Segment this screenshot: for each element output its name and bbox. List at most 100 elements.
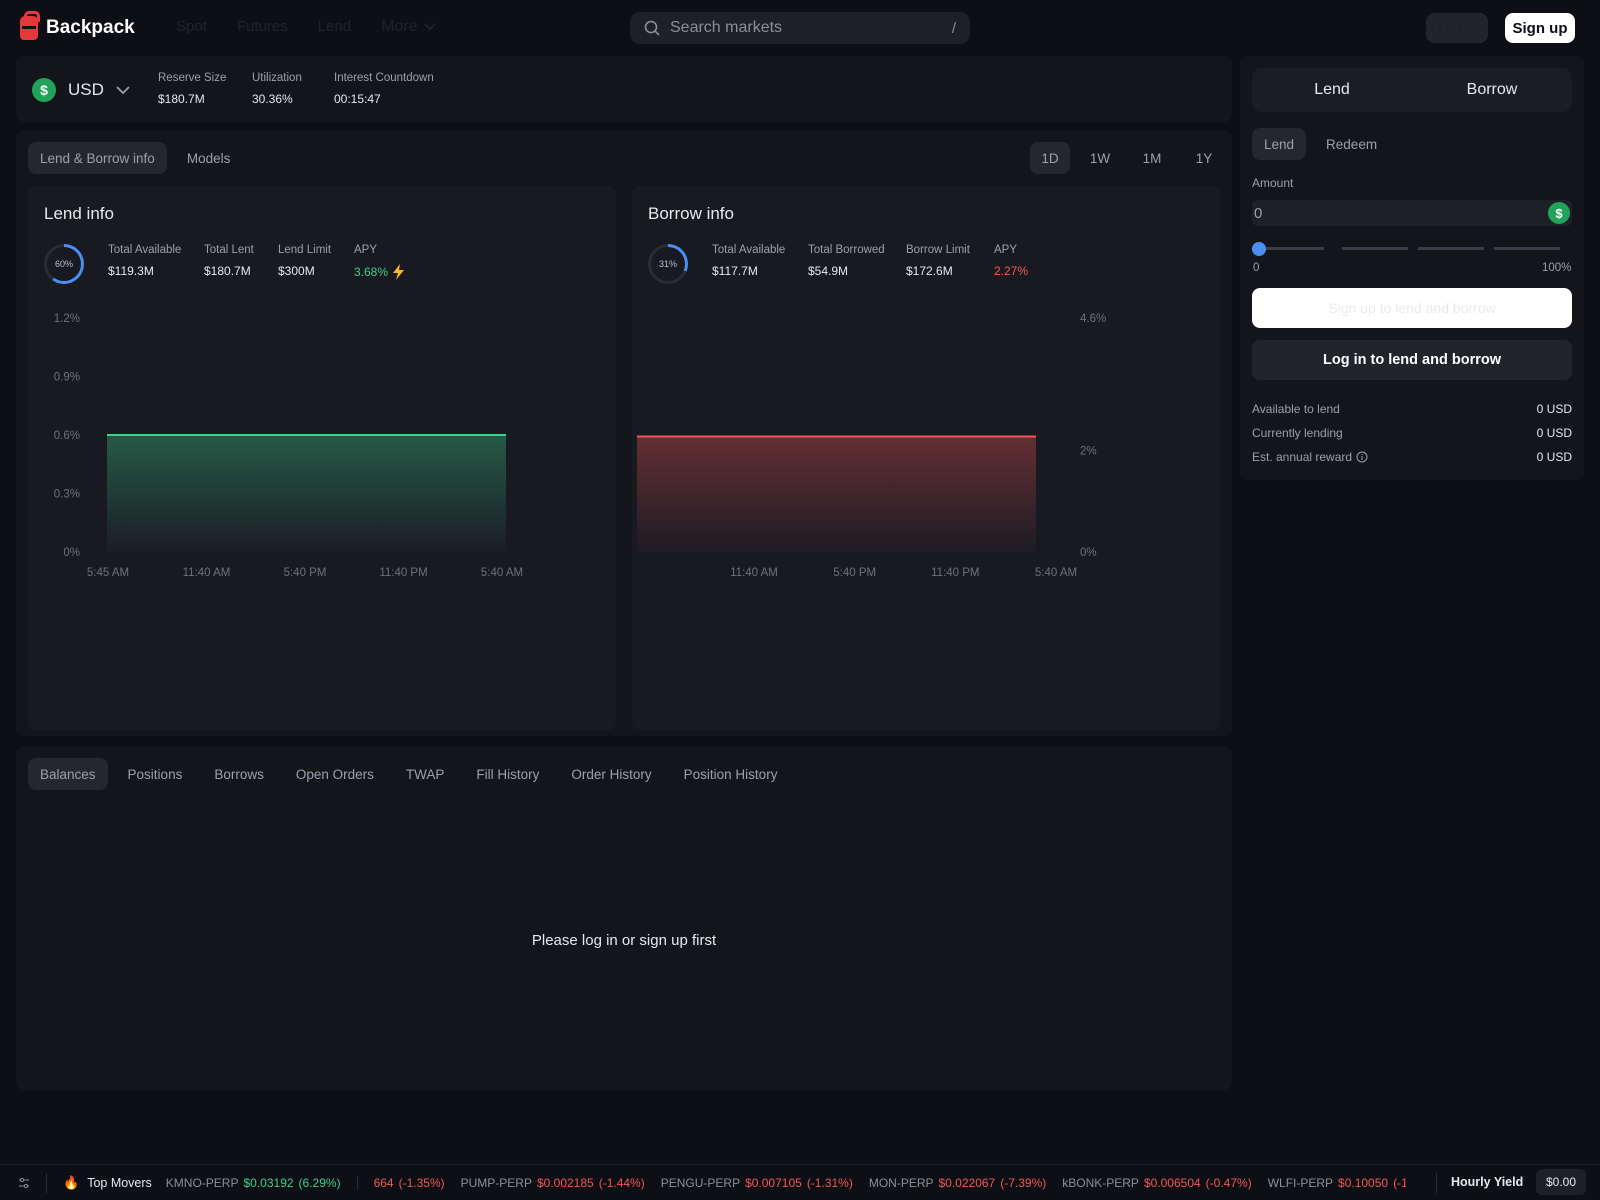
tab-balances[interactable]: Balances bbox=[28, 758, 108, 790]
stat-value: $117.7M bbox=[712, 264, 758, 278]
lend-apy: APY 3.68% bbox=[354, 244, 406, 280]
mode-borrow[interactable]: Borrow bbox=[1412, 68, 1572, 112]
x-tick-label: 11:40 PM bbox=[931, 567, 979, 579]
tab-borrows[interactable]: Borrows bbox=[202, 758, 276, 790]
tab-lend-borrow-info[interactable]: Lend & Borrow info bbox=[28, 142, 167, 174]
range-1y[interactable]: 1Y bbox=[1182, 142, 1226, 174]
search-placeholder: Search markets bbox=[670, 19, 783, 36]
divider bbox=[1436, 1173, 1437, 1193]
divider bbox=[46, 1172, 47, 1193]
ticker-change: (-1.44%) bbox=[598, 1175, 645, 1190]
nav-link-lend[interactable]: Lend bbox=[318, 18, 351, 36]
ticker-item[interactable]: MON-PERP $0.022067 (-7.39%) bbox=[869, 1176, 1046, 1190]
ticker-item[interactable]: kBONK-PERP $0.006504 (-0.47%) bbox=[1062, 1176, 1251, 1190]
nav-link-futures[interactable]: Futures bbox=[237, 18, 288, 36]
amount-value: 0 bbox=[1254, 204, 1263, 222]
apy-value: 2.27% bbox=[994, 264, 1029, 278]
login-button[interactable]: Log in bbox=[1426, 13, 1488, 43]
stat-interest-countdown: Interest Countdown 00:15:47 bbox=[334, 72, 434, 106]
borrow-limit: Borrow Limit $172.6M bbox=[906, 244, 970, 278]
action-tabs: Lend Redeem bbox=[1252, 128, 1389, 160]
info-icon[interactable] bbox=[1356, 451, 1368, 463]
amount-input[interactable]: 0 $ bbox=[1252, 200, 1572, 226]
ticker-price: $0.006504 bbox=[1143, 1175, 1201, 1190]
ticker-item[interactable]: KMNO-PERP $0.03192 (6.29%) bbox=[166, 1176, 341, 1190]
borrow-apy: APY 2.27% bbox=[994, 244, 1028, 278]
brand-logo[interactable]: Backpack bbox=[20, 11, 135, 40]
ticker-symbol: PUMP-PERP bbox=[460, 1175, 532, 1190]
ticker-item[interactable]: PUMP-PERP $0.002185 (-1.44%) bbox=[461, 1176, 645, 1190]
borrow-total-borrowed: Total Borrowed $54.9M bbox=[808, 244, 885, 278]
ticker-price: $0.007105 bbox=[745, 1175, 802, 1190]
mode-toggle: Lend Borrow bbox=[1252, 68, 1572, 112]
ticker-price: $0.03192 bbox=[243, 1175, 294, 1190]
x-tick-label: 11:40 AM bbox=[730, 567, 778, 579]
ticker-item[interactable]: PENGU-PERP $0.007105 (-1.31%) bbox=[661, 1176, 853, 1190]
mode-lend[interactable]: Lend bbox=[1252, 68, 1412, 112]
account-tabs: Balances Positions Borrows Open Orders T… bbox=[28, 758, 789, 790]
ticker-items: KMNO-PERP $0.03192 (6.29%) 664 (-1.35%) PUMP-… bbox=[166, 1175, 1406, 1190]
x-tick-label: 5:40 AM bbox=[1035, 567, 1077, 579]
x-tick-label: 11:40 AM bbox=[183, 567, 231, 579]
asset-selector[interactable]: $ USD bbox=[32, 78, 130, 102]
stat-label: Total Available bbox=[712, 244, 786, 256]
tab-positions[interactable]: Positions bbox=[116, 758, 195, 790]
lend-limit: Lend Limit $300M bbox=[278, 244, 331, 278]
nav-more-label: More bbox=[381, 18, 418, 35]
range-1w[interactable]: 1W bbox=[1078, 142, 1122, 174]
tab-redeem[interactable]: Redeem bbox=[1314, 128, 1389, 160]
info-row-available: Available to lend 0 USD bbox=[1252, 402, 1572, 416]
borrow-apy-chart: 4.6% 2% 0% 11:40 AM 5:40 PM 11:40 PM 5:40 AM bbox=[637, 313, 1106, 579]
tab-models[interactable]: Models bbox=[175, 142, 243, 174]
x-tick-label: 11:40 PM bbox=[379, 567, 427, 579]
range-1d[interactable]: 1D bbox=[1030, 142, 1070, 174]
tab-open-orders[interactable]: Open Orders bbox=[284, 758, 386, 790]
apy-value: 3.68% bbox=[354, 265, 389, 279]
ticker-change: (6.29%) bbox=[298, 1175, 341, 1190]
empty-state-message: Please log in or sign up first bbox=[531, 932, 717, 949]
nav-more-menu[interactable]: More bbox=[381, 18, 436, 36]
search-input[interactable]: Search markets / bbox=[630, 12, 970, 44]
tab-twap[interactable]: TWAP bbox=[394, 758, 457, 790]
amount-slider[interactable] bbox=[1252, 242, 1572, 256]
range-1m[interactable]: 1M bbox=[1130, 142, 1174, 174]
borrow-info-title: Borrow info bbox=[648, 204, 734, 223]
lend-apy-chart: 1.2% 0.9% 0.6% 0.3% 0% 5:45 AM 11:40 AM 5:40 PM… bbox=[54, 313, 523, 579]
ticker-bar: 🔥 Top Movers KMNO-PERP $0.03192 (6.29%) 664… bbox=[0, 1164, 1600, 1200]
slider-thumb[interactable] bbox=[1252, 242, 1266, 256]
borrow-info-card: Borrow info 31% Total Available $117.7M … bbox=[632, 186, 1220, 730]
stat-reserve-size: Reserve Size $180.7M bbox=[158, 72, 226, 106]
slider-max-label: 100% bbox=[1542, 262, 1572, 274]
stat-value: 00:15:47 bbox=[334, 92, 381, 106]
hourly-yield-value[interactable]: $0.00 bbox=[1536, 1169, 1587, 1195]
hourly-yield-label: Hourly Yield bbox=[1451, 1175, 1524, 1189]
info-row-current: Currently lending 0 USD bbox=[1252, 426, 1572, 440]
row-label: Est. annual reward bbox=[1252, 450, 1353, 464]
ticker-change: (-1.35%) bbox=[398, 1175, 445, 1190]
settings-sliders-icon[interactable] bbox=[18, 1177, 30, 1189]
lightning-icon bbox=[393, 264, 405, 280]
y-tick-label: 1.2% bbox=[54, 313, 80, 325]
y-tick-label: 4.6% bbox=[1080, 313, 1106, 325]
login-to-lend-button[interactable]: Log in to lend and borrow bbox=[1252, 340, 1572, 380]
nav-link-spot[interactable]: Spot bbox=[176, 18, 207, 36]
tab-fill-history[interactable]: Fill History bbox=[464, 758, 551, 790]
ticker-symbol: WLFI-PERP bbox=[1267, 1175, 1334, 1190]
tab-position-history[interactable]: Position History bbox=[672, 758, 790, 790]
ticker-item[interactable]: WLFI-PERP $0.10050 (-1.38%) bbox=[1268, 1176, 1406, 1190]
slider-segment bbox=[1264, 247, 1324, 250]
tab-order-history[interactable]: Order History bbox=[559, 758, 663, 790]
apy-value-row: 3.68% bbox=[354, 264, 406, 280]
chevron-down-icon bbox=[116, 85, 130, 94]
stat-value: 30.36% bbox=[252, 92, 293, 106]
ticker-price: $0.022067 bbox=[938, 1175, 996, 1190]
stat-value: $180.7M bbox=[158, 92, 205, 106]
signup-button[interactable]: Sign up bbox=[1505, 13, 1575, 43]
stat-label: APY bbox=[354, 244, 378, 256]
ring-label: 60% bbox=[47, 247, 81, 281]
ticker-item[interactable]: 664 (-1.35%) bbox=[356, 1175, 445, 1190]
stat-value: $180.7M bbox=[204, 264, 251, 278]
signup-to-lend-button[interactable]: Sign up to lend and borrow bbox=[1252, 288, 1572, 328]
tab-lend[interactable]: Lend bbox=[1252, 128, 1307, 160]
x-tick-label: 5:40 PM bbox=[833, 567, 876, 579]
